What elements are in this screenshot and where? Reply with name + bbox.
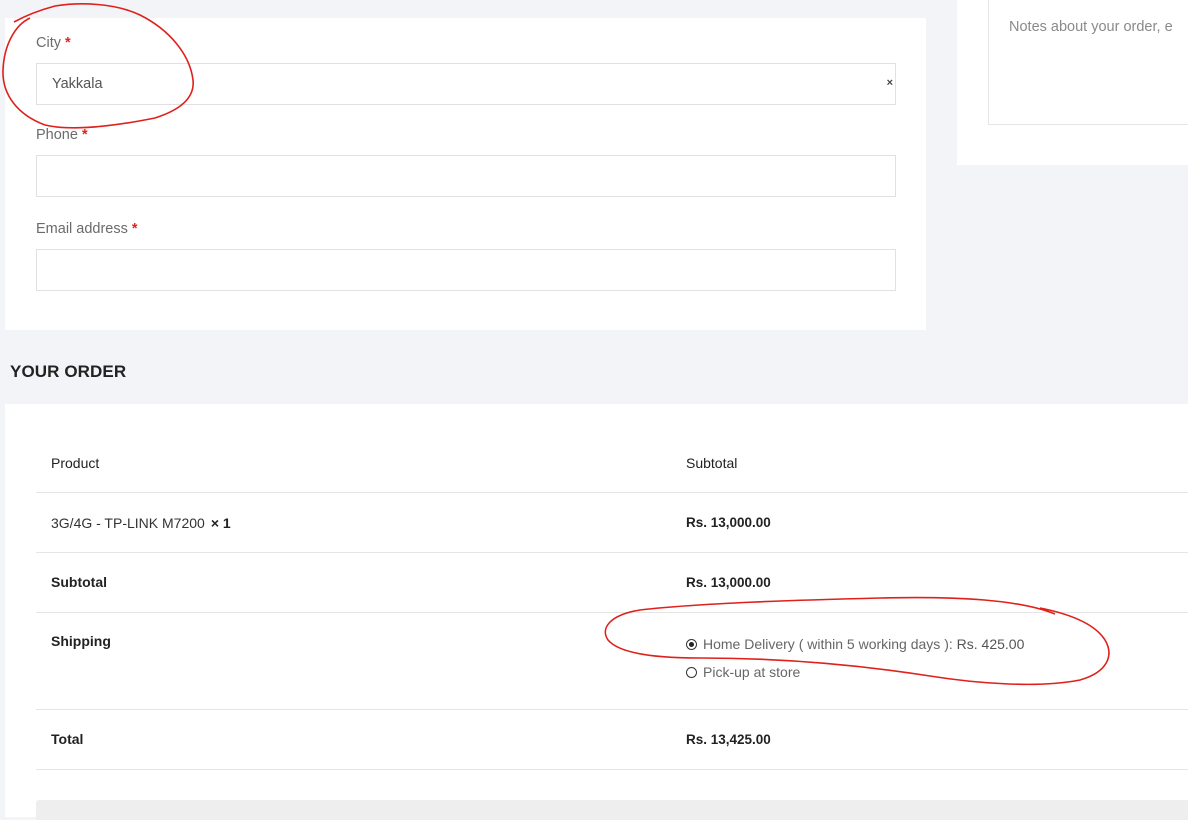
required-mark: * — [131, 221, 138, 237]
order-review-table: Product Subtotal 3G/4G - TP-LINK M7200 × … — [5, 404, 1188, 820]
order-notes-card: Notes about your order, e — [957, 0, 1188, 165]
phone-field[interactable] — [36, 155, 896, 197]
table-row: 3G/4G - TP-LINK M7200 × 1 Rs. 13,000.00 — [36, 493, 1188, 553]
city-value: Yakkala — [52, 76, 103, 92]
city-field[interactable]: Yakkala × — [36, 63, 896, 105]
shipping-option-pickup[interactable]: Pick-up at store — [686, 664, 800, 680]
subtotal-label: Subtotal — [51, 574, 107, 590]
your-order-heading: YOUR ORDER — [10, 362, 127, 381]
order-notes-textarea[interactable]: Notes about your order, e — [988, 0, 1188, 125]
radio-selected-icon[interactable] — [686, 639, 697, 650]
pickup-label: Pick-up at store — [703, 664, 801, 680]
total-label: Total — [51, 731, 84, 747]
city-label: City * — [36, 35, 71, 51]
total-value: Rs. 13,425.00 — [686, 732, 771, 747]
home-delivery-label: Home Delivery ( within 5 working days ): — [703, 636, 953, 652]
shipping-row: Shipping Home Delivery ( within 5 workin… — [36, 613, 1188, 710]
radio-unselected-icon[interactable] — [686, 667, 697, 678]
email-field[interactable] — [36, 249, 896, 291]
required-mark: * — [64, 35, 71, 51]
required-mark: * — [81, 127, 88, 143]
shipping-label: Shipping — [51, 633, 111, 649]
clear-icon[interactable]: × — [887, 77, 893, 89]
phone-label: Phone * — [36, 127, 88, 143]
billing-form: City * Yakkala × Phone * Email address * — [5, 18, 926, 330]
shipping-option-home-delivery[interactable]: Home Delivery ( within 5 working days ):… — [686, 636, 1024, 652]
payment-section — [36, 800, 1188, 820]
product-cell: 3G/4G - TP-LINK M7200 × 1 — [51, 515, 231, 531]
home-delivery-price: Rs. 425.00 — [956, 636, 1025, 652]
product-price: Rs. 13,000.00 — [686, 515, 771, 530]
subtotal-value: Rs. 13,000.00 — [686, 575, 771, 590]
product-quantity: × 1 — [210, 515, 231, 531]
column-header-product: Product — [51, 455, 100, 471]
subtotal-row: Subtotal Rs. 13,000.00 — [36, 553, 1188, 613]
product-name: 3G/4G - TP-LINK M7200 — [51, 515, 205, 531]
email-label: Email address * — [36, 221, 138, 237]
table-header-row: Product Subtotal — [36, 434, 1188, 493]
total-row: Total Rs. 13,425.00 — [36, 710, 1188, 770]
column-header-subtotal: Subtotal — [686, 455, 738, 471]
order-notes-placeholder: Notes about your order, e — [1009, 19, 1173, 35]
